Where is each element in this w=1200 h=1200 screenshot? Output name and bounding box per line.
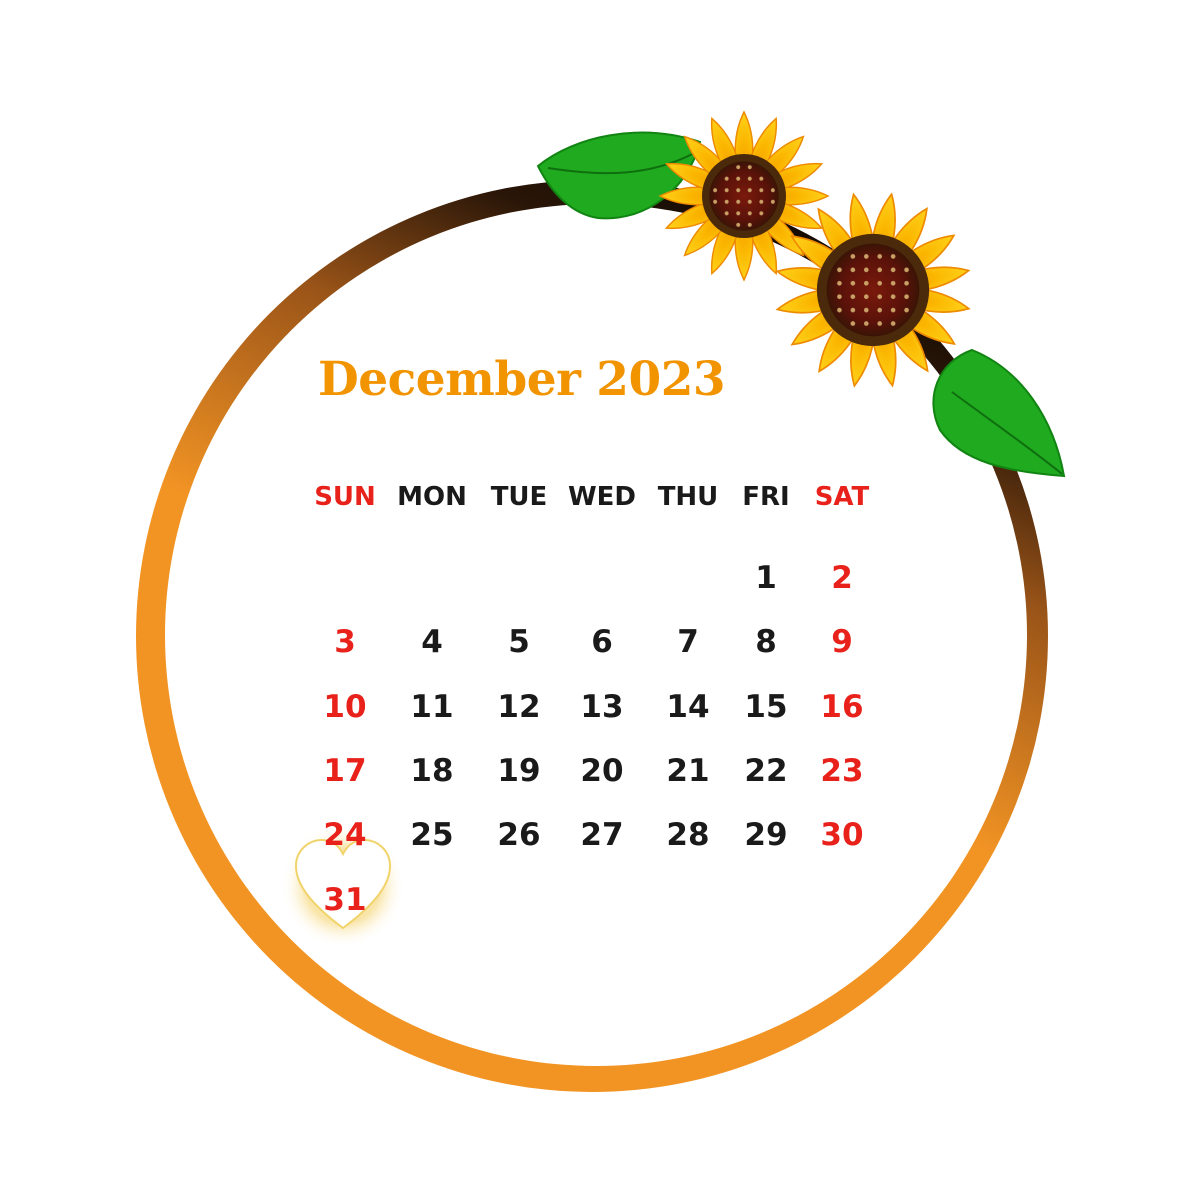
day-cell: 6 [591, 624, 613, 660]
day-cell-highlighted: 31 [323, 882, 367, 918]
weekday-sat: SAT [814, 482, 870, 512]
weekday-sun: SUN [314, 482, 376, 512]
day-cell: 4 [421, 624, 443, 660]
day-cell: 24 [323, 817, 367, 853]
day-cell: 11 [410, 689, 454, 725]
day-cell: 30 [820, 817, 864, 853]
day-cell: 28 [666, 817, 710, 853]
day-cell: 17 [323, 753, 367, 789]
day-cell: 16 [820, 689, 864, 725]
calendar-page: December 2023 SUN MON TUE WED THU FRI SA… [0, 0, 1200, 1200]
day-cell: 25 [410, 817, 454, 853]
leaf-right [932, 348, 1066, 478]
sunflower-back [659, 111, 829, 281]
day-cell: 14 [666, 689, 710, 725]
day-cell: 7 [677, 624, 699, 660]
day-cell: 3 [334, 624, 356, 660]
day-cell: 9 [831, 624, 853, 660]
weekday-wed: WED [567, 482, 637, 512]
day-cell: 21 [666, 753, 710, 789]
weekday-mon: MON [397, 482, 467, 512]
month-title: December 2023 [318, 352, 726, 407]
day-cell: 13 [580, 689, 624, 725]
calendar-artwork [136, 111, 1066, 1092]
day-cell: 27 [580, 817, 624, 853]
day-cell: 26 [497, 817, 541, 853]
day-cell: 19 [497, 753, 541, 789]
day-cell: 5 [508, 624, 530, 660]
weekday-tue: TUE [490, 482, 548, 512]
day-cell: 10 [323, 689, 367, 725]
day-cell: 12 [497, 689, 541, 725]
day-cell: 18 [410, 753, 454, 789]
day-cell: 20 [580, 753, 624, 789]
day-cell: 23 [820, 753, 864, 789]
weekday-thu: THU [657, 482, 719, 512]
day-cell: 2 [831, 560, 853, 596]
